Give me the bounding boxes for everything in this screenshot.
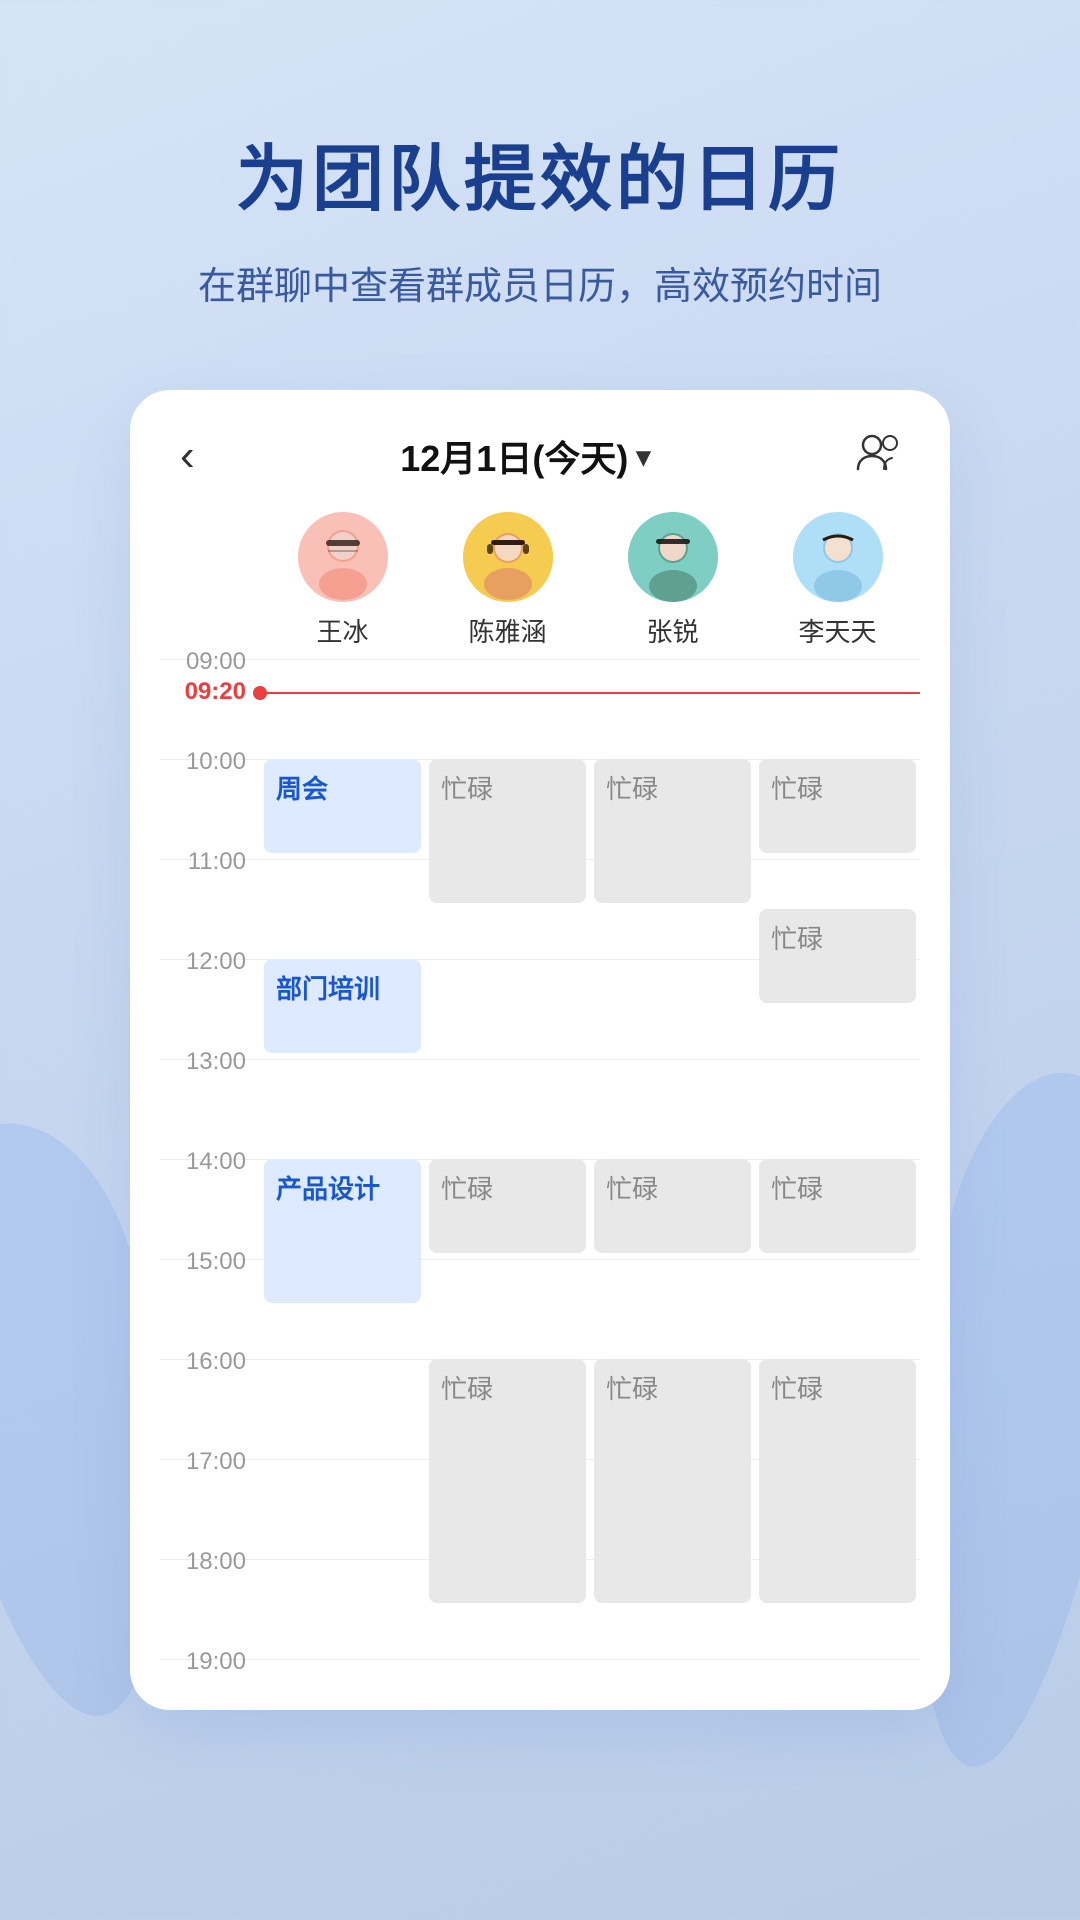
avatar-chenyahan: 陈雅涵: [425, 512, 590, 649]
hour-label-9: 09:00: [160, 648, 260, 676]
dropdown-arrow-icon[interactable]: ▾: [636, 440, 650, 473]
event-忙碌-col-3[interactable]: 忙碌: [759, 909, 916, 1003]
event-忙碌-col-2[interactable]: 忙碌: [594, 759, 751, 903]
event-忙碌-col-1[interactable]: 忙碌: [429, 759, 586, 903]
hour-label-19: 19:00: [160, 1648, 260, 1676]
event-忙碌-col-3[interactable]: 忙碌: [759, 1359, 916, 1603]
event-忙碌-col-2[interactable]: 忙碌: [594, 1159, 751, 1253]
hour-label-15: 15:00: [160, 1248, 260, 1276]
sub-title: 在群聊中查看群成员日历，高效预约时间: [0, 255, 1080, 310]
event-col-1: 忙碌忙碌忙碌: [425, 659, 590, 1710]
event-忙碌-col-3[interactable]: 忙碌: [759, 759, 916, 853]
hour-label-13: 13:00: [160, 1048, 260, 1076]
main-title: 为团队提效的日历: [0, 120, 1080, 225]
avatar-litiantian: 李天天: [755, 512, 920, 649]
event-忙碌-col-3[interactable]: 忙碌: [759, 1159, 916, 1253]
date-title: 12月1日(今天) ▾: [400, 430, 650, 482]
avatars-row: 王冰 陈雅涵: [260, 512, 920, 649]
avatar-name-wangbing: 王冰: [316, 612, 368, 649]
schedule-container: 09:0010:0011:0012:0013:0014:0015:0016:00…: [160, 659, 920, 1710]
event-产品设计-col-0[interactable]: 产品设计: [264, 1159, 421, 1303]
event-忙碌-col-1[interactable]: 忙碌: [429, 1159, 586, 1253]
event-忙碌-col-1[interactable]: 忙碌: [429, 1359, 586, 1603]
card-header: ‹ 12月1日(今天) ▾: [160, 430, 920, 512]
avatar-name-litiantian: 李天天: [798, 612, 876, 649]
back-button[interactable]: ‹: [180, 431, 195, 481]
avatar-wangbing: 王冰: [260, 512, 425, 649]
hour-label-10: 10:00: [160, 748, 260, 776]
event-col-2: 忙碌忙碌忙碌: [590, 659, 755, 1710]
avatars-section: 王冰 陈雅涵: [160, 512, 920, 649]
current-time-indicator: 09:20: [160, 692, 920, 694]
hour-label-18: 18:00: [160, 1548, 260, 1576]
header-section: 为团队提效的日历 在群聊中查看群成员日历，高效预约时间: [0, 0, 1080, 310]
hour-label-17: 17:00: [160, 1448, 260, 1476]
avatar-zhangrui: 张锐: [590, 512, 755, 649]
hour-label-16: 16:00: [160, 1348, 260, 1376]
event-忙碌-col-2[interactable]: 忙碌: [594, 1359, 751, 1603]
calendar-card: ‹ 12月1日(今天) ▾: [130, 390, 950, 1710]
current-time-label: 09:20: [160, 678, 260, 706]
event-col-0: 周会部门培训产品设计: [260, 659, 425, 1710]
events-overlay: 周会部门培训产品设计忙碌忙碌忙碌忙碌忙碌忙碌忙碌忙碌忙碌忙碌: [260, 659, 920, 1710]
avatar-name-chenyahan: 陈雅涵: [468, 612, 546, 649]
hour-label-14: 14:00: [160, 1148, 260, 1176]
current-time-line: [260, 692, 920, 694]
hour-label-11: 11:00: [160, 848, 260, 876]
event-部门培训-col-0[interactable]: 部门培训: [264, 959, 421, 1053]
event-col-3: 忙碌忙碌忙碌忙碌: [755, 659, 920, 1710]
hour-label-12: 12:00: [160, 948, 260, 976]
avatar-name-zhangrui: 张锐: [646, 612, 698, 649]
group-people-icon[interactable]: [856, 431, 900, 481]
event-周会-col-0[interactable]: 周会: [264, 759, 421, 853]
